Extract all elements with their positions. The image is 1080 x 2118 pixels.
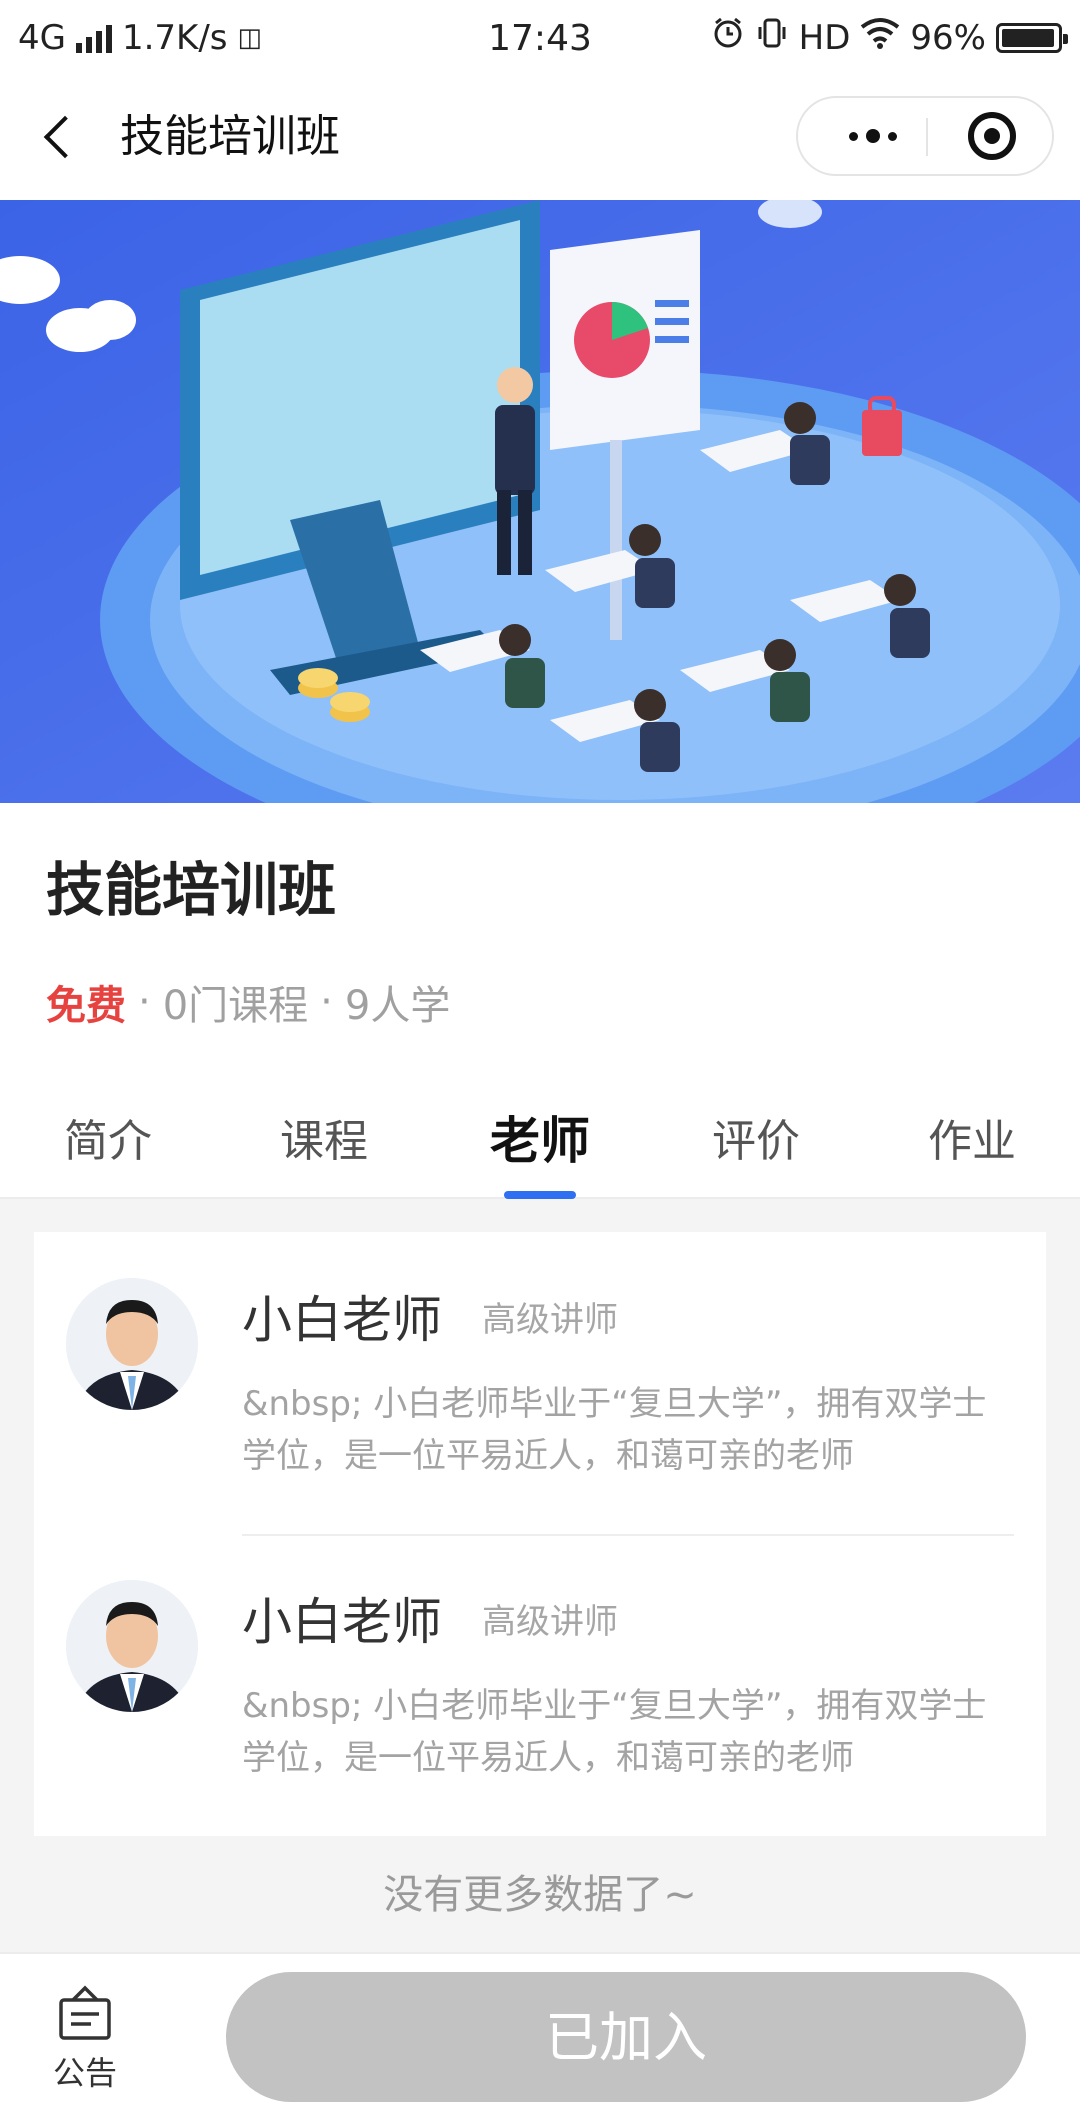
teacher-avatar [66, 1580, 198, 1712]
teacher-description: &nbsp; 小白老师毕业于“复旦大学”，拥有双学士学位，是一位平易近人，和蔼可… [242, 1686, 987, 1778]
tab-teachers[interactable]: 老师 [432, 1101, 648, 1173]
teacher-list: 小白老师 高级讲师 &nbsp; 小白老师毕业于“复旦大学”，拥有双学士学位，是… [34, 1232, 1046, 1836]
teacher-item[interactable]: 小白老师 高级讲师 &nbsp; 小白老师毕业于“复旦大学”，拥有双学士学位，是… [34, 1232, 1046, 1532]
hd-label: HD [798, 17, 851, 58]
battery-icon [996, 22, 1068, 53]
meta-separator: · [138, 979, 151, 1025]
course-title: 技能培训班 [46, 856, 337, 924]
teacher-item[interactable]: 小白老师 高级讲师 &nbsp; 小白老师毕业于“复旦大学”，拥有双学士学位，是… [34, 1534, 1046, 1834]
status-right: HD 96% [711, 16, 1068, 59]
tab-reviews[interactable]: 评价 [648, 1105, 864, 1169]
alarm-icon [711, 16, 745, 59]
course-meta: 免费 · 0门课程 · 9人学 [46, 973, 450, 1031]
nav-bar: 技能培训班 [0, 74, 1080, 200]
course-banner-image [0, 200, 1080, 803]
wifi-icon [860, 17, 900, 58]
course-info: 技能培训班 免费 · 0门课程 · 9人学 [0, 803, 1080, 1065]
tab-courses[interactable]: 课程 [216, 1105, 432, 1169]
teacher-title: 高级讲师 [482, 1300, 618, 1340]
teacher-description: &nbsp; 小白老师毕业于“复旦大学”，拥有双学士学位，是一位平易近人，和蔼可… [242, 1384, 987, 1476]
vibrate-icon [755, 16, 789, 59]
status-bar: 4G 1.7K/s ◫ 17:43 HD 96% [0, 0, 1080, 74]
teacher-avatar [66, 1278, 198, 1410]
nav-title: 技能培训班 [120, 111, 340, 162]
tab-active-indicator [504, 1191, 576, 1199]
tab-intro[interactable]: 简介 [0, 1105, 216, 1169]
close-mini-program-button[interactable] [968, 112, 1016, 160]
back-button[interactable] [36, 104, 96, 170]
course-count: 0门课程 [162, 983, 309, 1029]
notice-button[interactable]: 公告 [30, 1984, 140, 2094]
bottom-action-bar: 公告 已加入 [0, 1952, 1080, 2118]
course-tabs: 简介 课程 老师 评价 作业 [0, 1065, 1080, 1199]
meta-separator: · [320, 979, 333, 1025]
battery-percent: 96% [910, 17, 986, 58]
learner-count: 9人学 [344, 983, 451, 1029]
teacher-name: 小白老师 [242, 1593, 442, 1651]
notice-label: 公告 [52, 2054, 117, 2092]
capsule-divider [926, 118, 928, 156]
price-label: 免费 [46, 983, 126, 1029]
notice-icon [59, 1985, 111, 2040]
joined-button[interactable]: 已加入 [226, 1972, 1026, 2102]
teacher-title: 高级讲师 [482, 1602, 618, 1642]
mini-program-capsule [796, 96, 1054, 176]
list-end-message: 没有更多数据了~ [383, 1872, 697, 1918]
teacher-name: 小白老师 [242, 1291, 442, 1349]
more-menu-button[interactable] [838, 98, 908, 174]
tab-homework[interactable]: 作业 [864, 1105, 1080, 1169]
